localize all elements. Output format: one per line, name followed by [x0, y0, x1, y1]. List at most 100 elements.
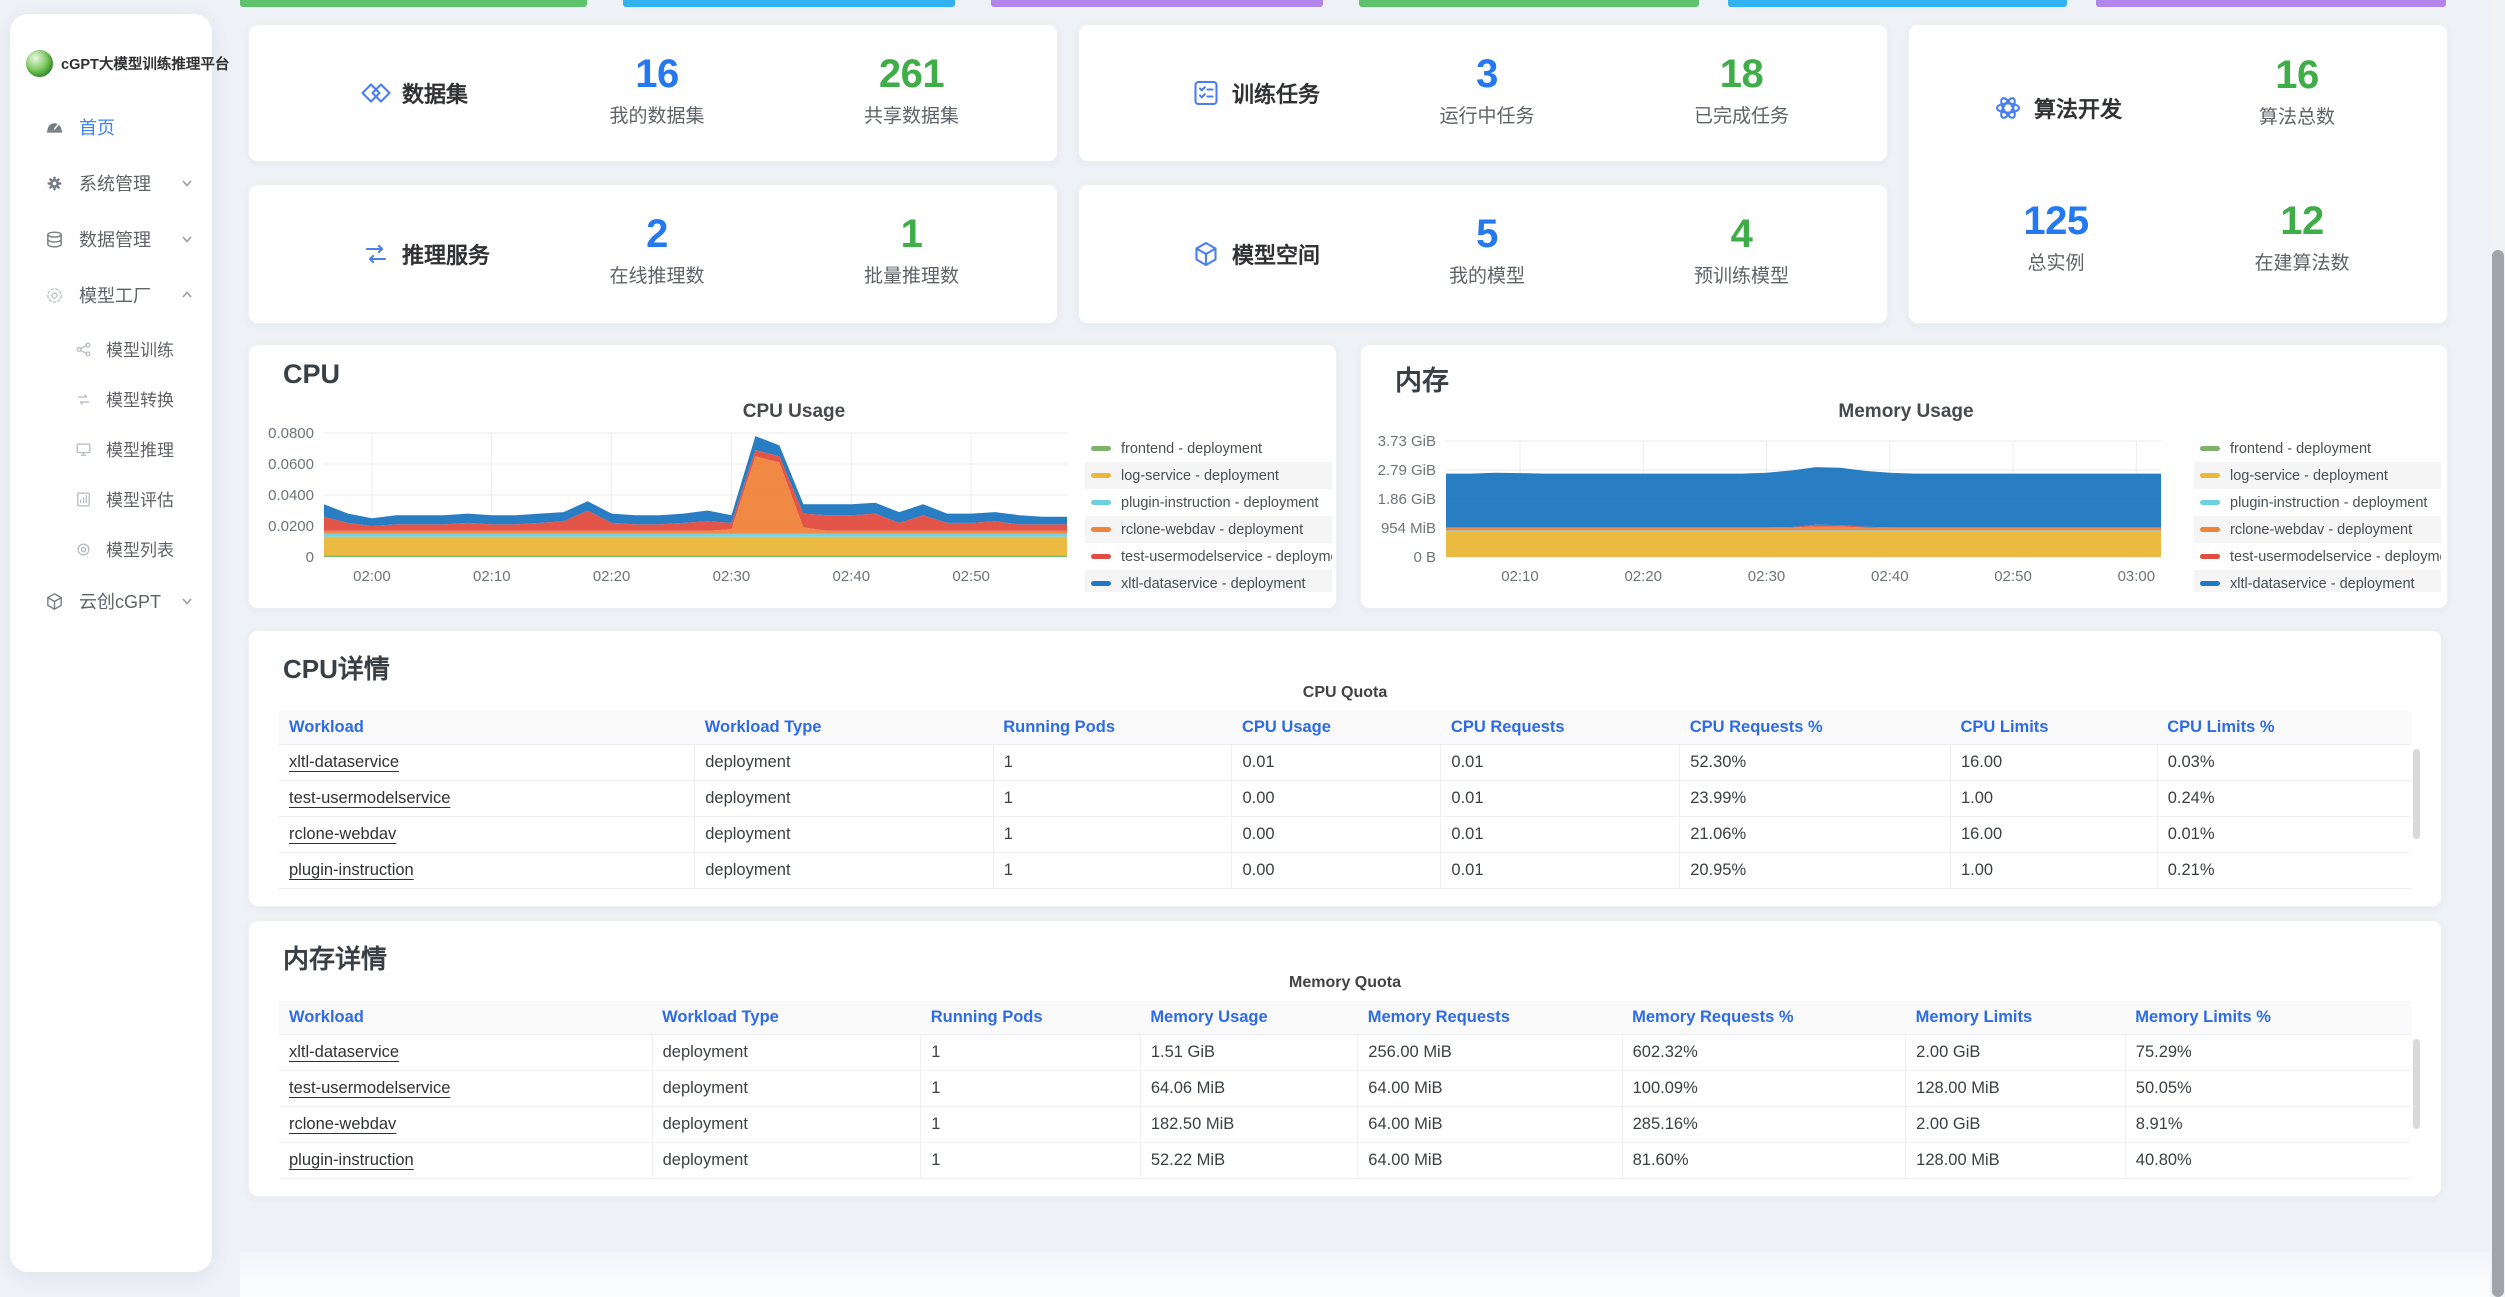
table-cell: deployment: [695, 817, 993, 853]
legend-item[interactable]: log-service - deployment: [2194, 462, 2441, 489]
column-header[interactable]: Workload: [279, 1001, 652, 1035]
legend-label: log-service - deployment: [2230, 468, 2388, 484]
sidebar-item-system[interactable]: 系统管理: [10, 155, 212, 211]
chevron-up-icon: [180, 288, 194, 302]
legend-swatch: [1091, 581, 1111, 586]
cpu-quota-table: WorkloadWorkload TypeRunning PodsCPU Usa…: [279, 711, 2411, 889]
metric-value: 3: [1440, 52, 1535, 96]
svg-text:02:20: 02:20: [593, 568, 631, 585]
sidebar-item-model-evaluate[interactable]: 模型评估: [10, 473, 212, 523]
atom-icon: [1993, 93, 2023, 123]
legend-item[interactable]: rclone-webdav - deployment: [1085, 516, 1332, 543]
legend-item[interactable]: frontend - deployment: [2194, 435, 2441, 462]
legend-item[interactable]: xltl-dataservice - deployment: [2194, 570, 2441, 592]
train-icon: [74, 339, 93, 358]
workload-link[interactable]: test-usermodelservice: [289, 789, 450, 807]
column-header[interactable]: Running Pods: [921, 1001, 1141, 1035]
sidebar-item-data[interactable]: 数据管理: [10, 211, 212, 267]
column-header[interactable]: Workload Type: [652, 1001, 921, 1035]
column-header[interactable]: Workload Type: [695, 711, 993, 745]
table-cell: 52.22 MiB: [1140, 1143, 1357, 1179]
column-header[interactable]: CPU Requests: [1441, 711, 1680, 745]
page-scrollbar-thumb[interactable]: [2492, 250, 2504, 1297]
column-header[interactable]: CPU Limits: [1950, 711, 2157, 745]
sidebar-item-model-inference[interactable]: 模型推理: [10, 423, 212, 473]
table-container: WorkloadWorkload TypeRunning PodsCPU Usa…: [279, 711, 2411, 889]
legend-item[interactable]: xltl-dataservice - deployment: [1085, 570, 1332, 592]
table-cell: 0.01: [1441, 817, 1680, 853]
column-header[interactable]: CPU Usage: [1232, 711, 1441, 745]
column-header[interactable]: CPU Requests %: [1680, 711, 1951, 745]
table-cell: 0.03%: [2157, 745, 2411, 781]
table-cell: 1.00: [1950, 781, 2157, 817]
svg-text:03:00: 03:00: [2118, 568, 2156, 585]
legend-item[interactable]: plugin-instruction - deployment: [2194, 489, 2441, 516]
table-cell: deployment: [695, 781, 993, 817]
table-row: plugin-instructiondeployment152.22 MiB64…: [279, 1143, 2411, 1179]
legend-item[interactable]: rclone-webdav - deployment: [2194, 516, 2441, 543]
sidebar-item-label: 模型评估: [106, 486, 174, 511]
column-header[interactable]: Memory Usage: [1140, 1001, 1357, 1035]
legend-item[interactable]: test-usermodelservice - deployment: [1085, 543, 1332, 570]
table-cell: 1: [993, 781, 1232, 817]
table-cell: 64.00 MiB: [1358, 1143, 1622, 1179]
sidebar-item-model-convert[interactable]: 模型转换: [10, 373, 212, 423]
workload-cell: plugin-instruction: [279, 853, 695, 889]
memory-detail-card: 内存详情 Memory Quota WorkloadWorkload TypeR…: [248, 920, 2442, 1197]
workload-cell: plugin-instruction: [279, 1143, 652, 1179]
column-header[interactable]: Running Pods: [993, 711, 1232, 745]
cube-icon: [44, 591, 65, 612]
svg-text:0.0600: 0.0600: [268, 456, 314, 473]
cpu-chart-card: CPU CPU Usage 00.02000.04000.06000.08000…: [248, 344, 1337, 609]
column-header[interactable]: Memory Limits: [1906, 1001, 2126, 1035]
section-title: 内存详情: [283, 939, 387, 976]
chevron-down-icon: [180, 176, 194, 190]
sidebar-item-model-list[interactable]: 模型列表: [10, 523, 212, 573]
evaluate-icon: [74, 489, 93, 508]
sidebar-item-home[interactable]: 首页: [10, 99, 212, 155]
table-row: rclone-webdavdeployment10.000.0121.06%16…: [279, 817, 2411, 853]
column-header[interactable]: Memory Requests: [1358, 1001, 1622, 1035]
workload-link[interactable]: xltl-dataservice: [289, 1043, 399, 1061]
column-header[interactable]: CPU Limits %: [2157, 711, 2411, 745]
column-header[interactable]: Memory Limits %: [2125, 1001, 2411, 1035]
svg-text:0.0800: 0.0800: [268, 425, 314, 442]
table-scrollbar[interactable]: [2413, 749, 2420, 839]
sidebar-item-label: 数据管理: [79, 226, 151, 252]
workload-link[interactable]: test-usermodelservice: [289, 1079, 450, 1097]
column-header[interactable]: Workload: [279, 711, 695, 745]
legend-item[interactable]: log-service - deployment: [1085, 462, 1332, 489]
table-cell: 1: [993, 745, 1232, 781]
legend-swatch: [2200, 473, 2220, 478]
legend-swatch: [1091, 500, 1111, 505]
workload-link[interactable]: rclone-webdav: [289, 825, 396, 843]
sidebar-item-label: 模型列表: [106, 536, 174, 561]
legend-item[interactable]: frontend - deployment: [1085, 435, 1332, 462]
metric-label: 算法总数: [2259, 102, 2335, 129]
legend-label: test-usermodelservice - deployment: [1121, 549, 1332, 565]
table-cell: 75.29%: [2125, 1035, 2411, 1071]
legend-label: frontend - deployment: [2230, 441, 2371, 457]
factory-icon: [44, 285, 65, 306]
table-scrollbar[interactable]: [2413, 1039, 2420, 1129]
workload-link[interactable]: plugin-instruction: [289, 861, 414, 879]
table-cell: deployment: [652, 1143, 921, 1179]
workload-link[interactable]: rclone-webdav: [289, 1115, 396, 1133]
column-header[interactable]: Memory Requests %: [1622, 1001, 1906, 1035]
table-cell: deployment: [652, 1071, 921, 1107]
sidebar-item-cloud-cgpt[interactable]: 云创cGPT: [10, 573, 212, 629]
card-title: 数据集: [402, 77, 468, 109]
table-cell: 40.80%: [2125, 1143, 2411, 1179]
legend-item[interactable]: plugin-instruction - deployment: [1085, 489, 1332, 516]
legend-item[interactable]: test-usermodelservice - deployment: [2194, 543, 2441, 570]
svg-text:0: 0: [306, 549, 314, 566]
sidebar-item-model-factory[interactable]: 模型工厂: [10, 267, 212, 323]
svg-text:1.86 GiB: 1.86 GiB: [1378, 491, 1436, 508]
clipped-card-top-bar: [2096, 0, 2446, 7]
sidebar-item-label: 模型工厂: [79, 282, 151, 308]
workload-cell: test-usermodelservice: [279, 781, 695, 817]
workload-link[interactable]: plugin-instruction: [289, 1151, 414, 1169]
sidebar-item-model-train[interactable]: 模型训练: [10, 323, 212, 373]
workload-link[interactable]: xltl-dataservice: [289, 753, 399, 771]
metric-value: 12: [2254, 199, 2349, 243]
